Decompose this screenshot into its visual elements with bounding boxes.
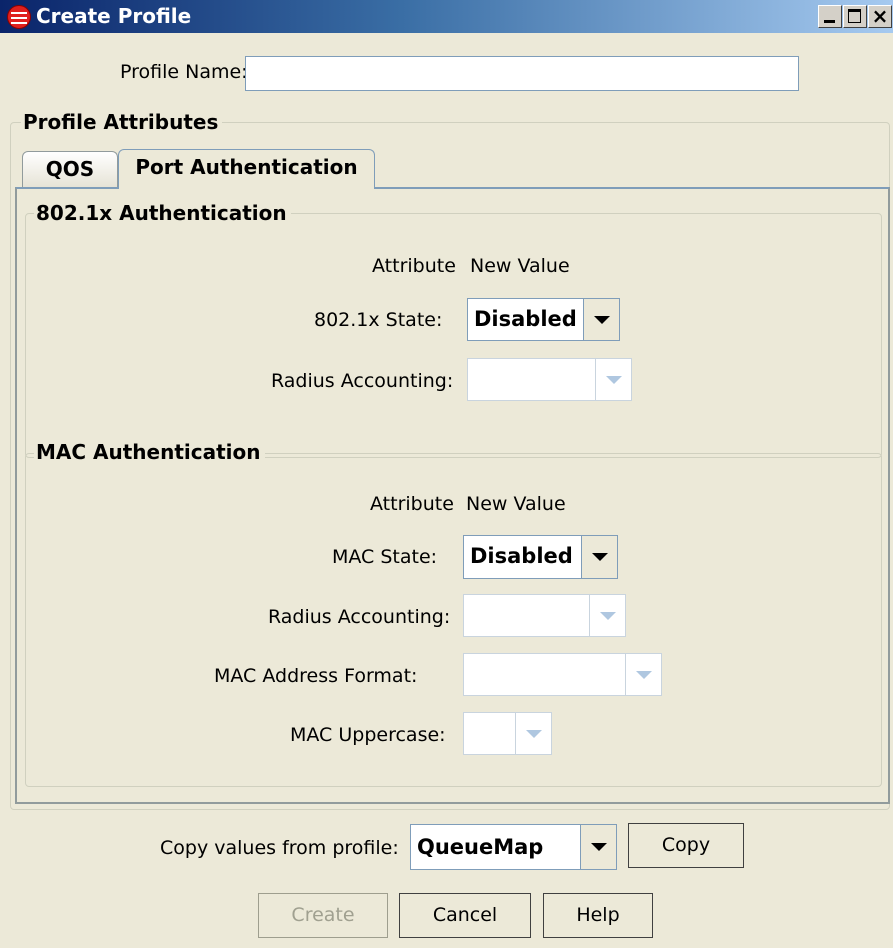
dot1x-group [25, 213, 882, 458]
chevron-down-icon[interactable] [589, 595, 625, 636]
chevron-down-icon[interactable] [515, 713, 551, 754]
title-bar[interactable]: Create Profile × [0, 0, 893, 33]
mac-state-label: MAC State: [332, 546, 438, 568]
copy-button[interactable]: Copy [628, 823, 744, 868]
dot1x-title: 802.1x Authentication [34, 200, 291, 226]
close-icon: × [871, 4, 889, 28]
mac-uppercase-label: MAC Uppercase: [290, 724, 446, 746]
mac-radius-select[interactable] [463, 594, 626, 637]
dot1x-state-value: Disabled [474, 307, 577, 331]
minimize-button[interactable] [818, 5, 842, 28]
create-button[interactable]: Create [258, 893, 388, 938]
maximize-icon [848, 9, 861, 23]
tab-qos[interactable]: QOS [22, 151, 118, 187]
chevron-down-icon[interactable] [580, 825, 616, 869]
tab-port-authentication[interactable]: Port Authentication [118, 149, 375, 189]
mac-state-select[interactable]: Disabled [463, 535, 618, 579]
chevron-down-icon[interactable] [583, 299, 619, 340]
mac-uppercase-select[interactable] [463, 712, 552, 755]
dot1x-radius-label: Radius Accounting: [271, 370, 454, 392]
chevron-down-icon[interactable] [581, 536, 617, 578]
mac-address-format-select[interactable] [463, 653, 662, 696]
profile-attributes-title: Profile Attributes [21, 109, 223, 135]
dot1x-radius-select[interactable] [467, 358, 632, 401]
mac-state-value: Disabled [470, 544, 573, 568]
dot1x-state-select[interactable]: Disabled [467, 298, 620, 341]
dot1x-value-header: New Value [470, 255, 570, 277]
copy-from-profile-value: QueueMap [417, 835, 544, 859]
chevron-down-icon[interactable] [625, 654, 661, 695]
cancel-button[interactable]: Cancel [399, 893, 531, 938]
mac-value-header: New Value [466, 493, 566, 515]
mac-title: MAC Authentication [34, 439, 265, 465]
help-button[interactable]: Help [543, 893, 653, 938]
mac-address-format-label: MAC Address Format: [214, 665, 418, 687]
mac-radius-label: Radius Accounting: [268, 606, 451, 628]
maximize-button[interactable] [843, 5, 867, 28]
window-title: Create Profile [36, 4, 192, 28]
close-button[interactable]: × [868, 4, 892, 28]
profile-name-input[interactable] [245, 56, 799, 91]
chevron-down-icon[interactable] [595, 359, 631, 400]
mac-attribute-header: Attribute [370, 493, 454, 515]
dot1x-attribute-header: Attribute [372, 255, 456, 277]
copy-from-label: Copy values from profile: [160, 837, 399, 859]
minimize-icon [824, 20, 835, 23]
copy-from-profile-select[interactable]: QueueMap [410, 824, 617, 870]
app-icon [7, 5, 31, 29]
dot1x-state-label: 802.1x State: [314, 309, 443, 331]
profile-name-label: Profile Name: [120, 61, 248, 83]
